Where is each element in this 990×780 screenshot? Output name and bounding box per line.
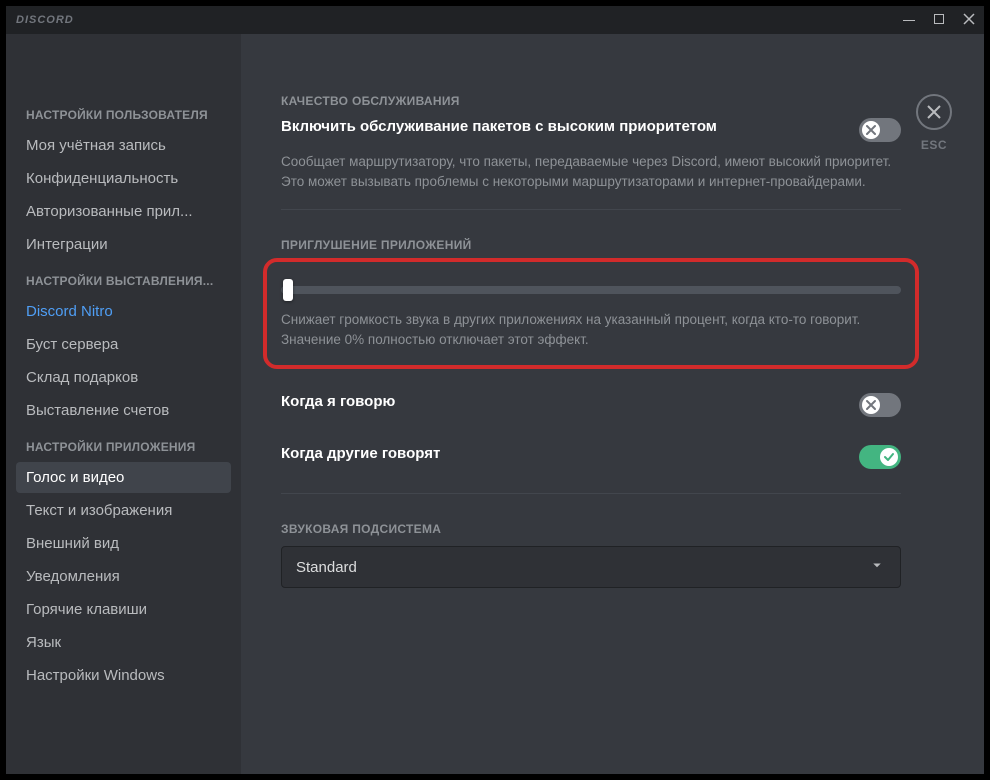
close-icon bbox=[963, 13, 975, 25]
close-settings-button[interactable] bbox=[916, 94, 952, 130]
chevron-down-icon bbox=[868, 556, 886, 578]
settings-sidebar[interactable]: НАСТРОЙКИ ПОЛЬЗОВАТЕЛЯ Моя учётная запис… bbox=[6, 34, 241, 774]
when-others-speak-toggle[interactable] bbox=[859, 445, 901, 469]
attenuation-slider[interactable] bbox=[281, 286, 901, 294]
when-i-speak-label: Когда я говорю bbox=[281, 393, 395, 410]
sidebar-item-nitro[interactable]: Discord Nitro bbox=[16, 296, 231, 327]
sidebar-item-keybinds[interactable]: Горячие клавиши bbox=[16, 594, 231, 625]
attenuation-highlight: Снижает громкость звука в других приложе… bbox=[263, 258, 919, 369]
toggle-knob bbox=[862, 396, 880, 414]
audio-subsystem-select[interactable]: Standard bbox=[281, 546, 901, 588]
sidebar-item-billing[interactable]: Выставление счетов bbox=[16, 395, 231, 426]
audio-subsystem-header: ЗВУКОВАЯ ПОДСИСТЕМА bbox=[281, 522, 901, 536]
content-inner: КАЧЕСТВО ОБСЛУЖИВАНИЯ Включить обслужива… bbox=[281, 94, 901, 588]
outer-frame: DISCORD НАСТРОЙКИ ПОЛЬЗОВАТЕЛЯ Моя учётн… bbox=[0, 0, 990, 780]
slider-thumb[interactable] bbox=[283, 279, 293, 301]
settings-content[interactable]: КАЧЕСТВО ОБСЛУЖИВАНИЯ Включить обслужива… bbox=[241, 34, 984, 774]
minimize-icon bbox=[903, 20, 915, 21]
when-i-speak-toggle[interactable] bbox=[859, 393, 901, 417]
sidebar-item-integrations[interactable]: Интеграции bbox=[16, 229, 231, 260]
app-brand: DISCORD bbox=[16, 14, 74, 26]
window-maximize-button[interactable] bbox=[932, 13, 946, 27]
window-minimize-button[interactable] bbox=[902, 13, 916, 27]
check-icon bbox=[883, 451, 895, 463]
sidebar-header-user: НАСТРОЙКИ ПОЛЬЗОВАТЕЛЯ bbox=[16, 102, 231, 128]
when-others-speak-row: Когда другие говорят bbox=[281, 445, 901, 469]
sidebar-item-language[interactable]: Язык bbox=[16, 627, 231, 658]
sidebar-item-windows[interactable]: Настройки Windows bbox=[16, 660, 231, 691]
window-controls bbox=[902, 13, 976, 28]
when-others-speak-label: Когда другие говорят bbox=[281, 445, 440, 462]
toggle-knob bbox=[880, 448, 898, 466]
when-i-speak-row: Когда я говорю bbox=[281, 393, 901, 417]
attenuation-header: ПРИГЛУШЕНИЕ ПРИЛОЖЕНИЙ bbox=[281, 238, 901, 252]
x-icon bbox=[865, 399, 877, 411]
toggle-knob bbox=[862, 121, 880, 139]
qos-toggle-label: Включить обслуживание пакетов с высоким … bbox=[281, 118, 717, 135]
window-close-button[interactable] bbox=[962, 13, 976, 28]
divider bbox=[281, 493, 901, 494]
sidebar-item-voice[interactable]: Голос и видео bbox=[16, 462, 231, 493]
sidebar-item-gifts[interactable]: Склад подарков bbox=[16, 362, 231, 393]
app-body: НАСТРОЙКИ ПОЛЬЗОВАТЕЛЯ Моя учётная запис… bbox=[6, 34, 984, 774]
qos-header: КАЧЕСТВО ОБСЛУЖИВАНИЯ bbox=[281, 94, 901, 108]
qos-description: Сообщает маршрутизатору, что пакеты, пер… bbox=[281, 152, 901, 191]
sidebar-item-authorized[interactable]: Авторизованные прил... bbox=[16, 196, 231, 227]
app-window: DISCORD НАСТРОЙКИ ПОЛЬЗОВАТЕЛЯ Моя учётн… bbox=[6, 6, 984, 774]
sidebar-item-privacy[interactable]: Конфиденциальность bbox=[16, 163, 231, 194]
select-value: Standard bbox=[296, 559, 357, 576]
sidebar-item-appearance[interactable]: Внешний вид bbox=[16, 528, 231, 559]
maximize-icon bbox=[934, 14, 944, 24]
sidebar-item-text-images[interactable]: Текст и изображения bbox=[16, 495, 231, 526]
sidebar-item-boost[interactable]: Буст сервера bbox=[16, 329, 231, 360]
sidebar-header-app: НАСТРОЙКИ ПРИЛОЖЕНИЯ bbox=[16, 434, 231, 460]
attenuation-description: Снижает громкость звука в других приложе… bbox=[281, 310, 901, 349]
qos-toggle-row: Включить обслуживание пакетов с высоким … bbox=[281, 118, 901, 142]
divider bbox=[281, 209, 901, 210]
sidebar-item-notifications[interactable]: Уведомления bbox=[16, 561, 231, 592]
close-icon bbox=[926, 104, 942, 120]
sidebar-item-account[interactable]: Моя учётная запись bbox=[16, 130, 231, 161]
titlebar: DISCORD bbox=[6, 6, 984, 34]
qos-toggle[interactable] bbox=[859, 118, 901, 142]
sidebar-header-billing: НАСТРОЙКИ ВЫСТАВЛЕНИЯ... bbox=[16, 268, 231, 294]
x-icon bbox=[865, 124, 877, 136]
close-panel: ESC bbox=[916, 94, 952, 152]
esc-label: ESC bbox=[921, 138, 947, 152]
